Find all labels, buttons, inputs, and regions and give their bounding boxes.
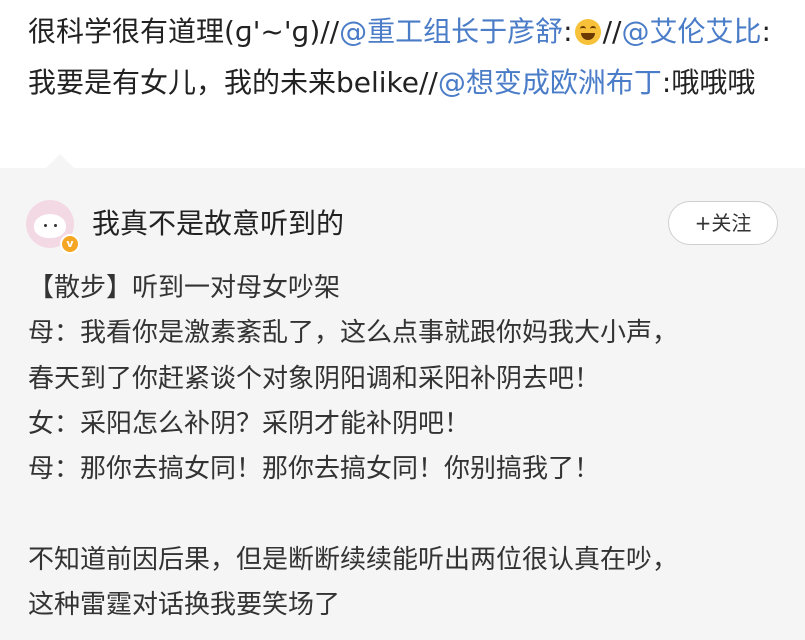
post-text-line: 这种雷霆对话换我要笑场了 — [28, 590, 341, 621]
mention-link[interactable]: @重工组长于彦舒 — [339, 15, 563, 48]
verified-badge-icon: v — [60, 234, 80, 254]
post-text-line: 不知道前因后果，但是断断续续能听出两位很认真在吵， — [28, 544, 679, 575]
post-text-line — [28, 492, 793, 537]
post-text-line: 【散步】听到一对母女吵架 — [28, 273, 341, 303]
post-text-line: 母：我看你是激素紊乱了，这么点事就跟你妈我大小声， — [28, 318, 679, 349]
mention-link[interactable]: @想变成欧洲布丁 — [438, 66, 662, 99]
post-text-line: 母：那你去搞女同！那你去搞女同！你别搞我了！ — [28, 454, 601, 485]
laughing-emoji-icon — [574, 19, 601, 45]
card-pointer — [46, 154, 74, 168]
post-text-line: 春天到了你赶紧谈个对象阴阳调和采阳补阴去吧！ — [28, 363, 601, 394]
repost-comment-text: 很科学很有道理(ɡ'~'ɡ)//@重工组长于彦舒://@艾伦艾比:我要是有女儿，… — [28, 6, 793, 108]
repost-text-segment: :哦哦哦 — [661, 66, 756, 99]
repost-text-segment: // — [602, 15, 622, 48]
post-username[interactable]: 我真不是故意听到的 — [92, 204, 344, 244]
mention-link[interactable]: @艾伦艾比 — [621, 15, 761, 48]
repost-text-segment: : — [563, 15, 573, 48]
post-body-text: 【散步】听到一对母女吵架 母：我看你是激素紊乱了，这么点事就跟你妈我大小声， 春… — [28, 266, 793, 628]
follow-button[interactable]: +关注 — [668, 201, 778, 245]
post-text-line: 女：采阳怎么补阴？采阴才能补阴吧！ — [28, 408, 471, 439]
repost-text-segment: 很科学很有道理(ɡ'~'ɡ)// — [28, 15, 340, 48]
